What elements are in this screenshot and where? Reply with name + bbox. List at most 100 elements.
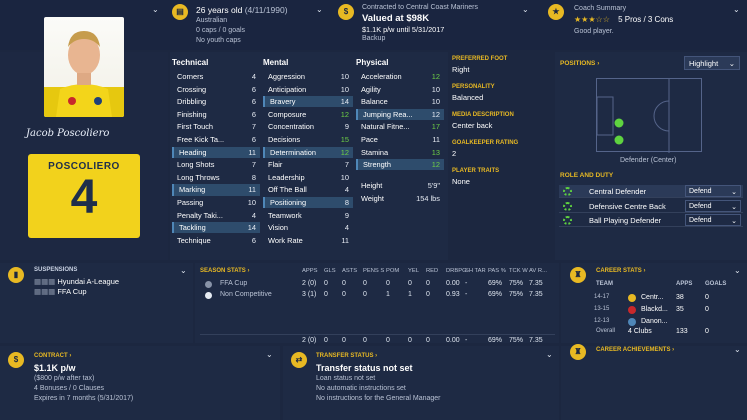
attribute-value: 7 <box>344 160 349 170</box>
attribute-value: 15 <box>340 135 349 145</box>
attribute-value: 17 <box>431 122 440 132</box>
role-row[interactable]: Ball Playing Defender Defend ⌄ <box>559 214 743 227</box>
chevron-down-icon[interactable]: ⌄ <box>152 5 159 14</box>
attribute-value: 13 <box>431 147 440 157</box>
season-stat-cell: 0 <box>342 291 346 298</box>
attribute-name: Free Kick Ta... <box>177 135 225 145</box>
chevron-down-icon[interactable]: ⌄ <box>266 350 273 359</box>
chevron-down-icon[interactable]: ⌄ <box>316 5 323 14</box>
transfer-title[interactable]: TRANSFER STATUS › <box>316 353 377 359</box>
attribute-name: Marking <box>179 185 206 195</box>
duty-value: Defend <box>689 202 712 210</box>
duty-dropdown[interactable]: Defend ⌄ <box>685 199 741 212</box>
positions-title[interactable]: POSITIONS › <box>560 60 599 67</box>
season-total-cell: 0.00 <box>446 337 460 344</box>
attribute-name: Balance <box>361 97 388 107</box>
season-stat-cell: 0 <box>386 280 390 287</box>
weight-label: Weight <box>361 194 384 204</box>
chevron-down-icon[interactable]: ⌄ <box>546 350 553 359</box>
loan-status: Loan status not set <box>316 375 376 382</box>
attribute-row: Passing 10 <box>172 197 260 208</box>
attribute-row: Determination 12 <box>263 146 353 158</box>
chevron-down-icon[interactable]: ⌄ <box>733 5 740 14</box>
role-row[interactable]: Central Defender Defend ⌄ <box>559 185 743 198</box>
career-stats-panel <box>561 263 747 343</box>
role-row[interactable]: Defensive Centre Back Defend ⌄ <box>559 199 743 213</box>
attribute-value: 4 <box>344 185 349 195</box>
physical-title: Physical <box>356 58 389 67</box>
contract-title[interactable]: CONTRACT › <box>34 353 71 359</box>
attribute-row: First Touch 7 <box>172 121 260 132</box>
chevron-down-icon[interactable]: ⌄ <box>180 266 187 275</box>
season-stat-cell: 1 <box>386 291 390 298</box>
attribute-value: 11 <box>341 235 349 245</box>
attribute-name: Composure <box>268 109 307 119</box>
attribute-name: Decisions <box>268 135 301 145</box>
season-stat-cell: 3 (1) <box>302 291 317 298</box>
squad-status: Backup <box>362 35 386 42</box>
competition-icon <box>205 281 212 288</box>
position-dot <box>614 135 624 145</box>
signature-text: Jacob Poscoliero <box>26 128 110 139</box>
highlight-value: Highlight <box>689 59 719 68</box>
preferred-foot-label: PREFERRED FOOT <box>452 56 508 62</box>
nationality-text: Australian <box>196 17 228 24</box>
season-total-cell: 0 <box>363 337 367 344</box>
attribute-value: 14 <box>247 223 256 233</box>
attribute-row: Composure 12 <box>263 109 353 120</box>
transfer-icon: ⇄ <box>291 352 307 368</box>
attribute-value: 10 <box>247 198 256 208</box>
attribute-name: Stamina <box>361 147 389 157</box>
attribute-value: 10 <box>340 84 349 94</box>
season-stats-header: DRBPG <box>446 268 467 274</box>
season-stat-cell: 75% <box>509 280 524 287</box>
career-stats-title[interactable]: CAREER STATS › <box>596 268 645 274</box>
attribute-value: 12 <box>431 72 440 82</box>
attribute-name: Dribbling <box>177 97 207 107</box>
season-total-cell: 7.35 <box>529 337 543 344</box>
season-stats-header: APPS <box>302 268 318 274</box>
coach-title: Coach Summary <box>574 5 627 12</box>
youth-caps-text: No youth caps <box>196 37 241 44</box>
attribute-name: Natural Fitne... <box>361 122 410 132</box>
chevron-down-icon: ⌄ <box>731 203 737 211</box>
chevron-down-icon[interactable]: ⌄ <box>734 345 741 354</box>
career-apps: 35 <box>676 306 684 313</box>
duty-dropdown[interactable]: Defend ⌄ <box>685 214 741 226</box>
attribute-name: Pace <box>361 135 378 145</box>
attribute-name: Flair <box>268 160 283 170</box>
role-name: Ball Playing Defender <box>589 216 662 225</box>
attribute-value: 9 <box>344 122 349 132</box>
attribute-row: Natural Fitne... 17 <box>356 121 444 132</box>
club-crest-icon <box>628 306 636 314</box>
achievements-title[interactable]: CAREER ACHIEVEMENTS › <box>596 347 674 353</box>
attribute-name: Positioning <box>270 198 307 208</box>
chevron-down-icon[interactable]: ⌄ <box>734 266 741 275</box>
season-stat-cell: - <box>465 280 468 287</box>
attribute-name: Determination <box>270 147 317 157</box>
career-overall-goals: 0 <box>705 327 709 335</box>
attribute-value: 7 <box>251 160 256 170</box>
season-stats-header: PENS S <box>363 268 385 274</box>
transfer-status: Transfer status not set <box>316 363 413 373</box>
role-icon <box>563 187 572 196</box>
weight-row: Weight 154 lbs <box>356 193 444 204</box>
card-icon: ▮ <box>8 267 24 283</box>
mental-title: Mental <box>263 58 289 67</box>
competition-icon <box>205 292 212 299</box>
duty-value: Defend <box>689 217 712 224</box>
duty-dropdown[interactable]: Defend ⌄ <box>685 185 741 197</box>
role-title: ROLE AND DUTY <box>560 172 614 179</box>
attribute-value: 12 <box>340 147 349 157</box>
attribute-name: Off The Ball <box>268 185 307 195</box>
season-stats-header: YEL <box>408 268 419 274</box>
suspension-item: ▦▦▦ FFA Cup <box>34 287 87 296</box>
career-goals: 0 <box>705 294 709 301</box>
season-stat-cell: 69% <box>488 280 503 287</box>
chevron-down-icon[interactable]: ⌄ <box>522 5 529 14</box>
highlight-dropdown[interactable]: Highlight ⌄ <box>684 56 740 70</box>
season-stats-title[interactable]: SEASON STATS › <box>200 268 249 274</box>
role-name: Central Defender <box>589 187 647 196</box>
attribute-name: Crossing <box>177 84 207 94</box>
season-stats-header: ASTS <box>342 268 358 274</box>
